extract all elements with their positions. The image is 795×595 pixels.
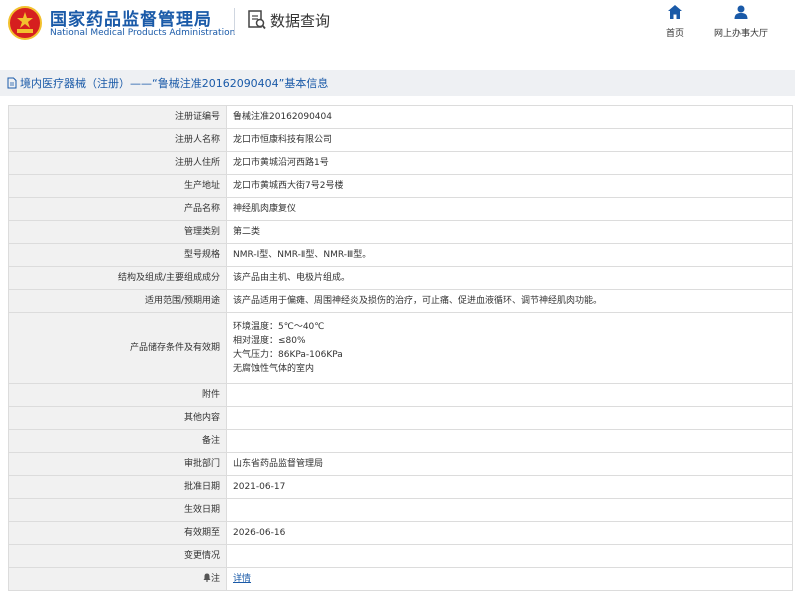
user-icon xyxy=(734,5,748,19)
storage-line: 相对湿度：≤80% xyxy=(233,336,306,346)
storage-line: 无腐蚀性气体的室内 xyxy=(233,364,315,374)
row-key: 注册证编号 xyxy=(8,105,227,129)
breadcrumb: 境内医疗器械（注册）——“鲁械注准20162090404”基本信息 xyxy=(0,70,795,96)
row-key: 附件 xyxy=(8,383,227,407)
table-row: 有效期至 2026-06-16 xyxy=(8,521,793,545)
data-query-title: 数据查询 xyxy=(248,9,330,31)
table-row: 其他内容 xyxy=(8,406,793,430)
nav-home-label: 首页 xyxy=(665,29,684,39)
table-row: 生效日期 xyxy=(8,498,793,522)
table-row-note: 注 详情 xyxy=(8,567,793,591)
table-row: 注册证编号 鲁械注准20162090404 xyxy=(8,105,793,129)
row-key: 生产地址 xyxy=(8,174,227,198)
row-value xyxy=(226,544,793,568)
row-key: 适用范围/预期用途 xyxy=(8,289,227,313)
table-row: 附件 xyxy=(8,383,793,407)
row-key: 变更情况 xyxy=(8,544,227,568)
row-key: 备注 xyxy=(8,429,227,453)
row-value: 鲁械注准20162090404 xyxy=(226,105,793,129)
site-header: 国家药品监督管理局 National Medical Products Admi… xyxy=(0,0,795,62)
nav-home[interactable]: 首页 xyxy=(640,4,710,39)
nav-online-hall-label: 网上办事大厅 xyxy=(713,29,768,39)
org-name-cn[interactable]: 国家药品监督管理局 xyxy=(50,5,212,30)
data-query-label: 数据查询 xyxy=(270,11,331,30)
table-row: 管理类别 第二类 xyxy=(8,220,793,244)
details-link[interactable]: 详情 xyxy=(233,574,251,584)
row-key: 管理类别 xyxy=(8,220,227,244)
document-search-icon xyxy=(248,10,266,30)
note-key: 注 xyxy=(8,567,227,591)
row-value: 第二类 xyxy=(226,220,793,244)
bell-icon xyxy=(203,573,211,582)
row-key: 产品名称 xyxy=(8,197,227,221)
row-value: 山东省药品监督管理局 xyxy=(226,452,793,476)
row-key: 产品储存条件及有效期 xyxy=(8,312,227,384)
org-name-en[interactable]: National Medical Products Administration xyxy=(50,28,235,38)
row-value xyxy=(226,429,793,453)
note-value: 详情 xyxy=(226,567,793,591)
row-value: 2026-06-16 xyxy=(226,521,793,545)
row-value: 该产品由主机、电极片组成。 xyxy=(226,266,793,290)
table-row: 产品名称 神经肌肉康复仪 xyxy=(8,197,793,221)
storage-line: 大气压力：86KPa-106KPa xyxy=(233,350,343,360)
nav-online-hall[interactable]: 网上办事大厅 xyxy=(706,4,776,39)
table-row: 批准日期 2021-06-17 xyxy=(8,475,793,499)
document-icon xyxy=(7,77,17,89)
row-value: 龙口市黄城沿河西路1号 xyxy=(226,151,793,175)
table-row: 适用范围/预期用途 该产品适用于偏瘫、周围神经炎及损伤的治疗，可止痛、促进血液循环… xyxy=(8,289,793,313)
table-row: 注册人住所 龙口市黄城沿河西路1号 xyxy=(8,151,793,175)
row-value: 该产品适用于偏瘫、周围神经炎及损伤的治疗，可止痛、促进血液循环、调节神经肌肉功能… xyxy=(226,289,793,313)
header-divider xyxy=(234,8,235,34)
table-row: 结构及组成/主要组成成分 该产品由主机、电极片组成。 xyxy=(8,266,793,290)
row-key: 注册人住所 xyxy=(8,151,227,175)
table-row: 注册人名称 龙口市恒康科技有限公司 xyxy=(8,128,793,152)
row-value xyxy=(226,498,793,522)
row-key: 批准日期 xyxy=(8,475,227,499)
home-icon xyxy=(668,5,682,19)
row-key: 型号规格 xyxy=(8,243,227,267)
row-value: 龙口市黄城西大街7号2号楼 xyxy=(226,174,793,198)
row-key: 审批部门 xyxy=(8,452,227,476)
row-value xyxy=(226,383,793,407)
row-key: 注册人名称 xyxy=(8,128,227,152)
row-key: 生效日期 xyxy=(8,498,227,522)
table-row: 变更情况 xyxy=(8,544,793,568)
storage-line: 环境温度：5℃～40℃ xyxy=(233,322,325,332)
storage-value: 环境温度：5℃～40℃ 相对湿度：≤80% 大气压力：86KPa-106KPa … xyxy=(226,312,793,384)
table-row: 生产地址 龙口市黄城西大街7号2号楼 xyxy=(8,174,793,198)
row-value: 神经肌肉康复仪 xyxy=(226,197,793,221)
table-row-storage: 产品储存条件及有效期 环境温度：5℃～40℃ 相对湿度：≤80% 大气压力：86… xyxy=(8,312,793,384)
national-emblem-icon xyxy=(8,6,42,40)
row-value: 龙口市恒康科技有限公司 xyxy=(226,128,793,152)
registration-info-table: 注册证编号 鲁械注准20162090404 注册人名称 龙口市恒康科技有限公司 注册… xyxy=(8,105,793,591)
table-row: 型号规格 NMR-Ⅰ型、NMR-Ⅱ型、NMR-Ⅲ型。 xyxy=(8,243,793,267)
row-key: 有效期至 xyxy=(8,521,227,545)
row-key: 其他内容 xyxy=(8,406,227,430)
breadcrumb-text: 境内医疗器械（注册）——“鲁械注准20162090404”基本信息 xyxy=(20,77,329,90)
row-value: NMR-Ⅰ型、NMR-Ⅱ型、NMR-Ⅲ型。 xyxy=(226,243,793,267)
row-key: 结构及组成/主要组成成分 xyxy=(8,266,227,290)
note-key-label: 注 xyxy=(210,574,220,584)
row-value xyxy=(226,406,793,430)
row-value: 2021-06-17 xyxy=(226,475,793,499)
table-row: 备注 xyxy=(8,429,793,453)
table-row: 审批部门 山东省药品监督管理局 xyxy=(8,452,793,476)
